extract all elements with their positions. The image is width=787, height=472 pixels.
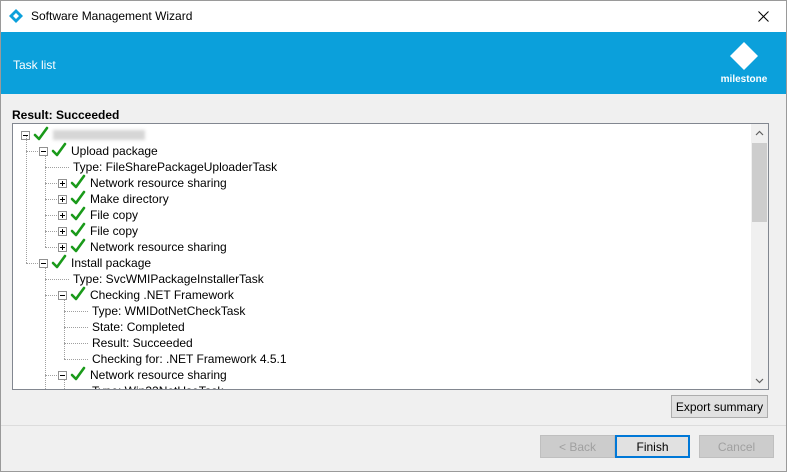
expand-toggle[interactable] bbox=[58, 243, 67, 252]
scroll-thumb[interactable] bbox=[752, 143, 767, 222]
tree-node: Type: Win32NetUseTask bbox=[13, 383, 743, 389]
result-label: Result: Succeeded bbox=[12, 108, 120, 122]
task-tree-content: Upload package Type: FileSharePackageUplo… bbox=[13, 124, 751, 389]
redacted-host-name bbox=[53, 130, 145, 140]
tree-branch-line bbox=[45, 279, 69, 280]
tree-branch-line bbox=[26, 151, 40, 152]
tree-node[interactable]: Install package bbox=[13, 254, 743, 271]
tree-node[interactable]: Make directory bbox=[13, 190, 743, 207]
tree-node: Result: Succeeded bbox=[13, 335, 743, 351]
task-tree[interactable]: Upload package Type: FileSharePackageUplo… bbox=[12, 123, 769, 390]
green-check-icon bbox=[70, 206, 86, 221]
green-check-icon bbox=[51, 142, 67, 157]
footer-divider bbox=[1, 425, 786, 426]
tree-node: Checking for: .NET Framework 4.5.1 bbox=[13, 351, 743, 367]
tree-node-label: Checking for: .NET Framework 4.5.1 bbox=[92, 352, 287, 366]
tree-node-label: Network resource sharing bbox=[90, 240, 227, 254]
green-check-icon bbox=[70, 366, 86, 381]
tree-branch-line bbox=[64, 311, 88, 312]
tree-node: State: Completed bbox=[13, 319, 743, 335]
tree-root-node[interactable] bbox=[13, 126, 213, 143]
page-title: Task list bbox=[13, 58, 56, 72]
tree-node[interactable]: Checking .NET Framework bbox=[13, 286, 743, 303]
window-title: Software Management Wizard bbox=[31, 9, 193, 23]
milestone-logo-icon bbox=[730, 42, 758, 70]
tree-node-label: Network resource sharing bbox=[90, 176, 227, 190]
collapse-toggle[interactable] bbox=[39, 147, 48, 156]
tree-branch-line bbox=[45, 167, 69, 168]
green-check-icon bbox=[70, 174, 86, 189]
green-check-icon bbox=[51, 254, 67, 269]
tree-node-label: Upload package bbox=[71, 144, 158, 158]
expand-toggle[interactable] bbox=[58, 179, 67, 188]
expand-toggle[interactable] bbox=[58, 211, 67, 220]
export-summary-button[interactable]: Export summary bbox=[671, 395, 768, 418]
tree-node: Type: SvcWMIPackageInstallerTask bbox=[13, 271, 743, 287]
tree-branch-line bbox=[45, 183, 59, 184]
tree-branch-line bbox=[64, 327, 88, 328]
tree-node-label: Network resource sharing bbox=[90, 368, 227, 382]
chevron-down-icon bbox=[755, 378, 764, 383]
close-icon bbox=[757, 11, 769, 22]
expand-toggle[interactable] bbox=[58, 227, 67, 236]
green-check-icon bbox=[70, 238, 86, 253]
tree-node[interactable]: Network resource sharing bbox=[13, 174, 743, 191]
tree-node-label: Make directory bbox=[90, 192, 169, 206]
chevron-up-icon bbox=[755, 130, 764, 135]
milestone-logo: milestone bbox=[718, 42, 770, 88]
tree-branch-line bbox=[45, 231, 59, 232]
header-banner: Task list milestone bbox=[1, 32, 786, 94]
tree-node-label: Type: WMIDotNetCheckTask bbox=[92, 304, 246, 318]
tree-node[interactable]: Network resource sharing bbox=[13, 238, 743, 255]
logo-text: milestone bbox=[720, 74, 768, 85]
scroll-up-button[interactable] bbox=[751, 124, 768, 141]
tree-node-label: File copy bbox=[90, 224, 139, 238]
tree-node-label: Install package bbox=[71, 256, 152, 270]
tree-branch-line bbox=[45, 215, 59, 216]
collapse-toggle[interactable] bbox=[58, 291, 67, 300]
tree-node-label: File copy bbox=[90, 208, 139, 222]
tree-node: Type: WMIDotNetCheckTask bbox=[13, 303, 743, 319]
title-bar: Software Management Wizard bbox=[1, 1, 786, 32]
back-button[interactable]: < Back bbox=[540, 435, 615, 458]
tree-node-label: Checking .NET Framework bbox=[90, 288, 234, 302]
green-check-icon bbox=[70, 222, 86, 237]
tree-branch-line bbox=[45, 295, 59, 296]
tree-node[interactable]: Upload package bbox=[13, 142, 743, 159]
collapse-toggle[interactable] bbox=[58, 371, 67, 380]
tree-branch-line bbox=[26, 263, 40, 264]
tree-branch-line bbox=[64, 343, 88, 344]
tree-node-label: Type: Win32NetUseTask bbox=[92, 384, 223, 389]
collapse-toggle[interactable] bbox=[39, 259, 48, 268]
green-check-icon bbox=[70, 286, 86, 301]
wizard-window: Software Management Wizard Task list mil… bbox=[0, 0, 787, 472]
vertical-scrollbar[interactable] bbox=[751, 124, 768, 389]
tree-node-label: State: Completed bbox=[92, 320, 185, 334]
tree-branch-line bbox=[64, 359, 88, 360]
green-check-icon bbox=[70, 190, 86, 205]
tree-node[interactable]: File copy bbox=[13, 206, 743, 223]
cancel-button[interactable]: Cancel bbox=[699, 435, 774, 458]
tree-node-label: Type: FileSharePackageUploaderTask bbox=[73, 160, 278, 174]
finish-button[interactable]: Finish bbox=[615, 435, 690, 458]
tree-branch-line bbox=[45, 247, 59, 248]
milestone-app-icon bbox=[9, 9, 23, 23]
expand-toggle[interactable] bbox=[58, 195, 67, 204]
tree-node-label: Result: Succeeded bbox=[92, 336, 193, 350]
tree-node[interactable]: File copy bbox=[13, 222, 743, 239]
tree-node-label: Type: SvcWMIPackageInstallerTask bbox=[73, 272, 264, 286]
tree-branch-line bbox=[45, 375, 59, 376]
scroll-down-button[interactable] bbox=[751, 372, 768, 389]
tree-node[interactable]: Network resource sharing bbox=[13, 366, 743, 383]
tree-branch-line bbox=[45, 199, 59, 200]
tree-node: Type: FileSharePackageUploaderTask bbox=[13, 159, 743, 175]
close-button[interactable] bbox=[740, 1, 786, 32]
green-check-icon bbox=[33, 126, 49, 141]
